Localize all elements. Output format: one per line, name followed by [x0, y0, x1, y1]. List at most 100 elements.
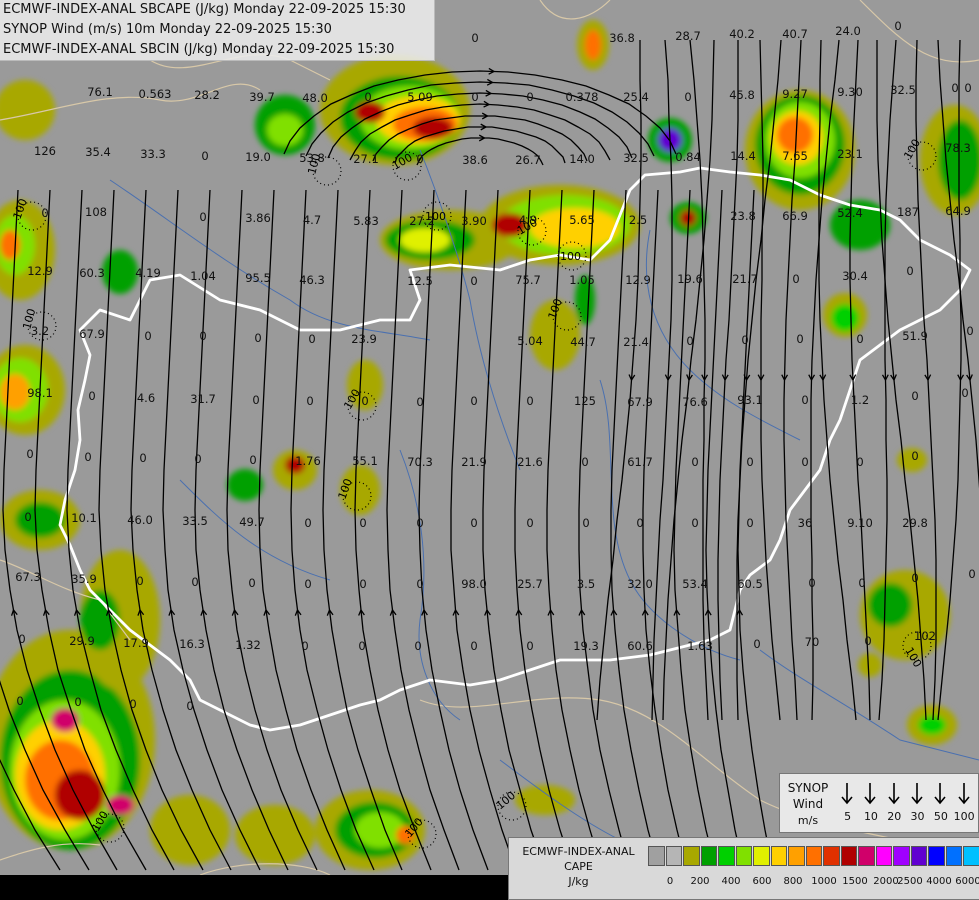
cape-area — [868, 583, 912, 627]
cape-area — [235, 805, 315, 865]
synop-value: 44.7 — [570, 335, 596, 349]
synop-value: 70 — [805, 635, 820, 649]
synop-value: 0 — [416, 516, 423, 530]
synop-value: 21.7 — [732, 272, 758, 286]
synop-value: 60.6 — [627, 639, 653, 653]
streamline — [322, 189, 403, 871]
cape-legend: ECMWF-INDEX-ANAL CAPE J/kg 0 200 400 600… — [508, 837, 979, 900]
synop-value: 0 — [582, 516, 589, 530]
synop-value: 46.3 — [299, 273, 325, 287]
synop-value: 40.7 — [782, 27, 808, 41]
synop-value: 27.1 — [353, 152, 379, 166]
cape-color-box — [735, 846, 752, 866]
synop-value: 0 — [84, 450, 91, 464]
synop-value: 4.6 — [137, 391, 155, 405]
synop-value: 0 — [74, 695, 81, 709]
synop-value: 0 — [18, 632, 25, 646]
synop-value: 23.9 — [351, 332, 377, 346]
wind-arrow-icon — [934, 783, 946, 805]
synop-value: 0 — [911, 449, 918, 463]
cape-color-box — [875, 846, 892, 866]
synop-value: 0 — [741, 333, 748, 347]
synop-value: 0 — [416, 152, 423, 166]
streamline — [689, 39, 709, 721]
synop-value: 12.5 — [407, 274, 433, 288]
wind-legend-title-line2: Wind — [792, 797, 824, 811]
cape-area — [585, 30, 601, 60]
cape-color-box — [858, 846, 875, 866]
synop-value: 9.10 — [847, 516, 873, 530]
synop-value: 0 — [792, 272, 799, 286]
cape-color-box — [700, 846, 717, 866]
synop-value: 55.1 — [352, 454, 378, 468]
cape-area — [227, 469, 263, 501]
synop-value: 29.8 — [902, 516, 928, 530]
synop-value: 0 — [684, 90, 691, 104]
streamline — [162, 189, 261, 871]
synop-value: 126 — [34, 144, 56, 158]
synop-value: 16.3 — [179, 637, 205, 651]
synop-value: 28.2 — [194, 88, 220, 102]
synop-value: 0 — [894, 19, 901, 33]
cape-tick: 2500 — [897, 876, 923, 887]
cape-color-box — [805, 846, 822, 866]
cape-color-box — [770, 846, 787, 866]
synop-value: 0 — [686, 334, 693, 348]
cape-area — [102, 250, 138, 294]
synop-value: 0 — [416, 395, 423, 409]
wind-value: 20 — [887, 810, 902, 823]
wind-arrow-icon — [864, 783, 876, 805]
cape-area — [0, 230, 20, 260]
streamline — [418, 189, 489, 871]
synop-value: 0 — [801, 393, 808, 407]
synop-value: 0 — [306, 394, 313, 408]
synop-value: 0 — [691, 455, 698, 469]
cape-color-box — [753, 846, 770, 866]
cape-area — [15, 502, 65, 538]
wind-arrow-icon — [911, 783, 923, 805]
cape-color-box — [665, 846, 682, 866]
cape-area — [267, 114, 303, 146]
synop-value: 53.4 — [682, 577, 708, 591]
synop-value: 0 — [526, 90, 533, 104]
streamline — [482, 189, 546, 871]
synop-value: 67.3 — [15, 570, 41, 584]
header-line-cin: ECMWF-INDEX-ANAL SBCIN (J/kg) Monday 22-… — [3, 42, 395, 57]
synop-value: 0 — [526, 639, 533, 653]
synop-value: 0 — [801, 455, 808, 469]
synop-value: 0 — [199, 329, 206, 343]
synop-value: 23.1 — [837, 147, 863, 161]
wind-value: 5 — [844, 810, 852, 823]
synop-value: 24.0 — [835, 24, 861, 38]
synop-value: 98.0 — [461, 577, 487, 591]
synop-value: 1.32 — [235, 638, 261, 652]
synop-value: 0 — [753, 637, 760, 651]
synop-value: 0 — [856, 455, 863, 469]
synop-value: 3.90 — [461, 214, 487, 228]
synop-value: 0 — [364, 90, 371, 104]
synop-value: 0 — [416, 577, 423, 591]
synop-value: 0 — [136, 574, 143, 588]
synop-value: 0 — [746, 455, 753, 469]
synop-value: 0.84 — [675, 150, 701, 164]
synop-value: 1.05 — [569, 273, 595, 287]
cape-legend-unit: J/kg — [568, 875, 589, 888]
synop-value: 40.2 — [729, 27, 755, 41]
synop-value: 5.83 — [353, 214, 379, 228]
synop-value: 21.4 — [623, 335, 649, 349]
cape-tick: 2000 — [873, 876, 899, 887]
synop-value: 45.8 — [729, 88, 755, 102]
cape-color-box — [683, 846, 700, 866]
synop-value: 0 — [304, 516, 311, 530]
wind-arrow-icon — [888, 783, 900, 805]
cape-tick: 400 — [721, 876, 741, 887]
cape-tick: 1000 — [811, 876, 837, 887]
synop-value: 32.5 — [890, 83, 916, 97]
synop-value: 0 — [359, 516, 366, 530]
synop-value: 4.19 — [135, 266, 161, 280]
synop-value: 0 — [252, 393, 259, 407]
wind-arrow-icon — [958, 783, 970, 805]
synop-value: 0 — [194, 452, 201, 466]
cape-legend-ticks: 0 200 400 600 800 1000 1500 2000 2500 40… — [648, 876, 979, 890]
header-line-wind: SYNOP Wind (m/s) 10m Monday 22-09-2025 1… — [3, 22, 332, 37]
